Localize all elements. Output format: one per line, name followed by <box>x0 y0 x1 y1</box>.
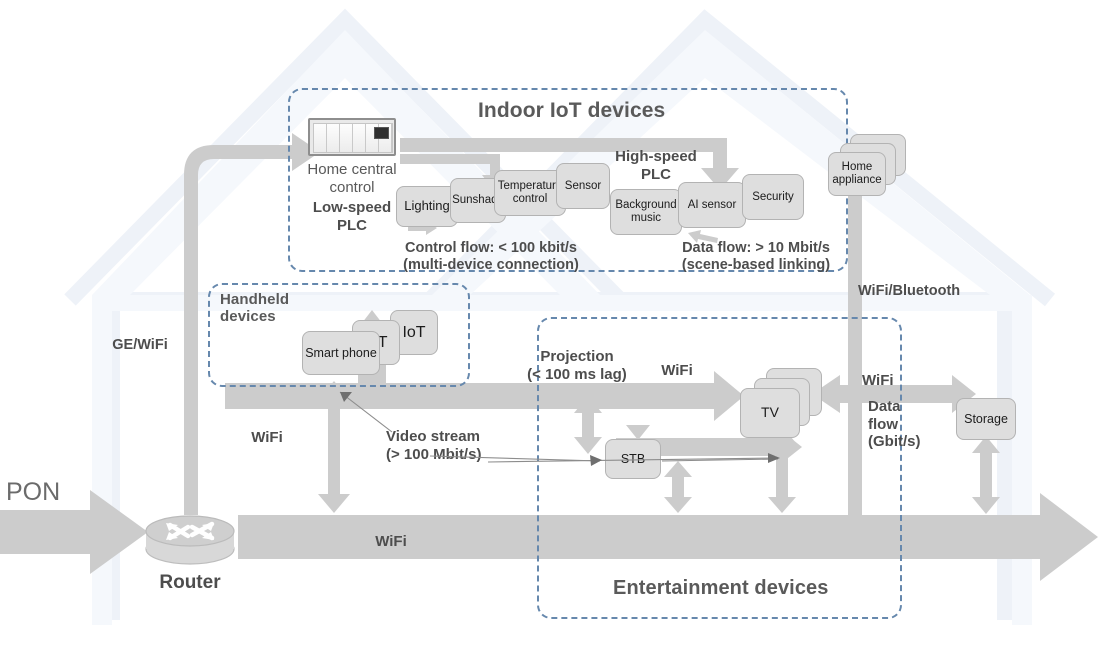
video-stream-arrowhead-tv <box>768 453 780 463</box>
callout-lines-layer <box>339 391 780 466</box>
video-stream-arrowhead-stb <box>590 455 602 466</box>
diagram-canvas: .fl{fill:#cccccc;} .fl2{fill:#c6c6c6;} <box>0 0 1100 649</box>
